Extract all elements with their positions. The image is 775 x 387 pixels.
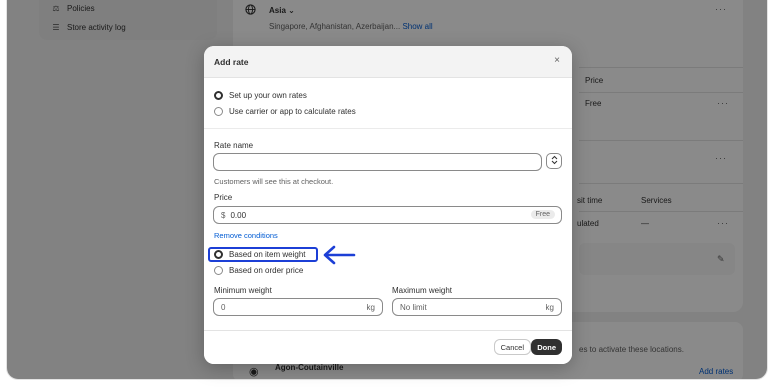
- minimum-weight-label: Minimum weight: [214, 286, 272, 295]
- rate-type-carrier-app[interactable]: Use carrier or app to calculate rates: [214, 107, 356, 116]
- radio-button[interactable]: [214, 91, 223, 100]
- cancel-button[interactable]: Cancel: [493, 339, 531, 355]
- rate-type-own-rates[interactable]: Set up your own rates: [214, 91, 307, 100]
- modal-title: Add rate: [214, 57, 249, 67]
- modal-header: Add rate ×: [204, 46, 572, 78]
- minimum-weight-input[interactable]: 0 kg: [213, 298, 383, 316]
- rate-name-stepper[interactable]: [546, 153, 562, 169]
- radio-button[interactable]: [214, 107, 223, 116]
- annotation-arrow-icon: [322, 244, 356, 268]
- maximum-weight-input[interactable]: No limit kg: [392, 298, 562, 316]
- weight-unit: kg: [545, 302, 554, 312]
- modal-footer: Cancel Done: [204, 330, 572, 364]
- price-value: 0.00: [230, 210, 247, 220]
- rate-name-help-text: Customers will see this at checkout.: [214, 177, 334, 186]
- radio-label: Use carrier or app to calculate rates: [229, 107, 356, 116]
- divider: [204, 128, 572, 129]
- radio-label: Based on order price: [229, 266, 304, 275]
- price-input[interactable]: $ 0.00 Free: [213, 206, 562, 224]
- minimum-weight-value: 0: [221, 302, 226, 312]
- currency-prefix: $: [221, 210, 226, 220]
- maximum-weight-label: Maximum weight: [392, 286, 453, 295]
- chevron-up-down-icon: [551, 155, 558, 167]
- radio-label: Set up your own rates: [229, 91, 307, 100]
- maximum-weight-placeholder: No limit: [400, 302, 427, 312]
- rate-name-input[interactable]: [213, 153, 542, 171]
- remove-conditions-link[interactable]: Remove conditions: [214, 231, 278, 240]
- rate-name-label: Rate name: [214, 141, 254, 150]
- weight-unit: kg: [366, 302, 375, 312]
- annotation-highlight-box: [208, 247, 318, 262]
- radio-button[interactable]: [214, 266, 223, 275]
- add-rate-modal: Add rate × Set up your own rates Use car…: [204, 46, 572, 364]
- close-icon[interactable]: ×: [554, 55, 560, 66]
- price-label: Price: [214, 193, 233, 202]
- done-button[interactable]: Done: [531, 339, 562, 355]
- free-badge: Free: [530, 210, 555, 219]
- condition-order-price[interactable]: Based on order price: [214, 266, 303, 275]
